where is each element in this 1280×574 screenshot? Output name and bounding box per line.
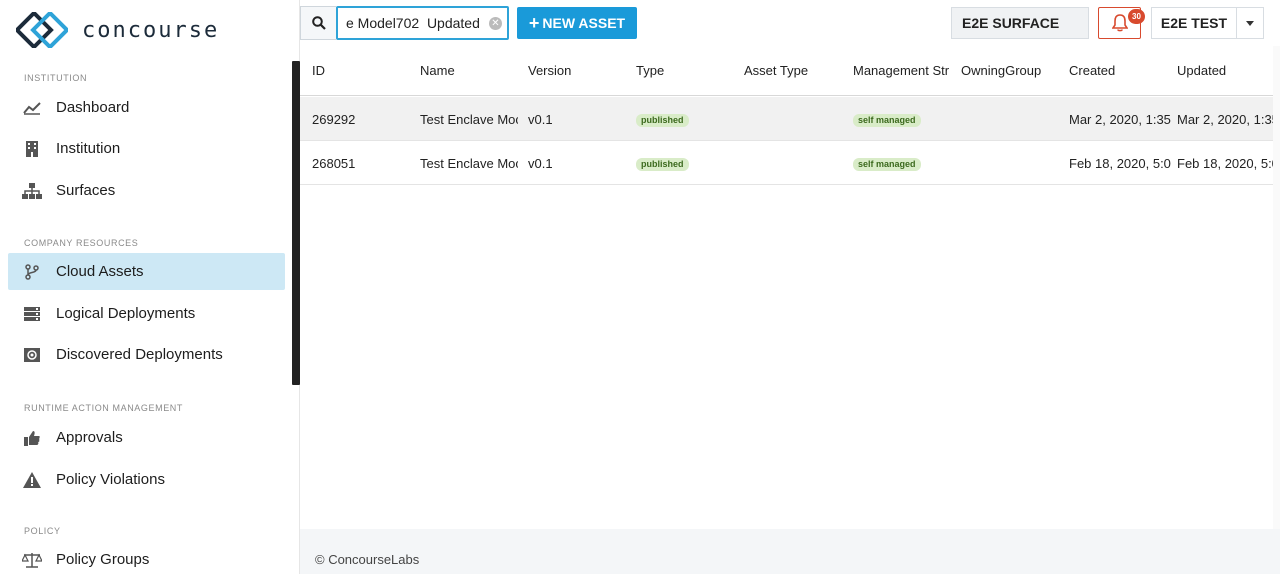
server-icon: [22, 304, 42, 324]
caret-down-icon: [1246, 20, 1254, 26]
building-icon: [22, 139, 42, 159]
cell-updated: Feb 18, 2020, 5:0: [1177, 156, 1273, 171]
chart-line-icon: [22, 98, 42, 118]
warning-icon: [22, 470, 42, 490]
new-asset-label: NEW ASSET: [542, 15, 626, 31]
sidebar: concourse INSTITUTION Dashboard Institut…: [0, 0, 300, 574]
concourse-logo-icon: [16, 12, 68, 48]
cell-version: v0.1: [528, 112, 553, 127]
table-header: ID Name Version Type Asset Type Manageme…: [300, 46, 1273, 96]
org-dropdown-toggle[interactable]: [1236, 7, 1264, 39]
plus-icon: +: [528, 13, 540, 33]
search-field: ✕: [336, 6, 509, 40]
brand-logo[interactable]: concourse: [16, 12, 219, 48]
sidebar-item-approvals[interactable]: Approvals: [8, 419, 285, 456]
cell-created: Mar 2, 2020, 1:35: [1069, 112, 1171, 127]
footer-copyright: © ConcourseLabs: [315, 552, 420, 567]
sidebar-item-cloud-assets[interactable]: Cloud Assets: [8, 253, 285, 290]
sidebar-item-label: Surfaces: [56, 182, 116, 199]
sidebar-item-label: Cloud Assets: [56, 263, 144, 280]
column-header-owning-group[interactable]: OwningGroup: [961, 63, 1041, 78]
type-badge: published: [636, 158, 689, 171]
column-header-created[interactable]: Created: [1069, 63, 1115, 78]
column-header-name[interactable]: Name: [420, 63, 455, 78]
top-bar: ✕ + NEW ASSET E2E SURFACE 30 E2E TEST: [300, 0, 1280, 46]
column-header-updated[interactable]: Updated: [1177, 63, 1226, 78]
section-label-institution: INSTITUTION: [24, 73, 88, 83]
brand-name: concourse: [82, 17, 220, 43]
sidebar-item-institution[interactable]: Institution: [8, 130, 285, 167]
cell-created: Feb 18, 2020, 5:0: [1069, 156, 1171, 171]
cell-updated: Mar 2, 2020, 1:35: [1177, 112, 1273, 127]
column-header-asset-type[interactable]: Asset Type: [744, 63, 808, 78]
app-root: concourse INSTITUTION Dashboard Institut…: [0, 0, 1280, 574]
cell-id: 268051: [312, 156, 356, 171]
management-badge: self managed: [853, 114, 921, 127]
table-row[interactable]: 269292 Test Enclave Moc v0.1 published s…: [300, 97, 1273, 141]
search-input[interactable]: [346, 15, 486, 31]
table-row[interactable]: 268051 Test Enclave Moc v0.1 published s…: [300, 141, 1273, 185]
search-icon: [311, 16, 326, 30]
sidebar-item-surfaces[interactable]: Surfaces: [8, 172, 285, 209]
sidebar-item-label: Approvals: [56, 429, 123, 446]
column-header-type[interactable]: Type: [636, 63, 664, 78]
sidebar-item-policy-groups[interactable]: Policy Groups: [8, 541, 285, 574]
section-label-company-resources: COMPANY RESOURCES: [24, 238, 139, 248]
sidebar-item-label: Policy Groups: [56, 551, 150, 568]
clear-search-icon[interactable]: ✕: [489, 16, 502, 30]
new-asset-button[interactable]: + NEW ASSET: [517, 7, 637, 39]
org-selector-button[interactable]: E2E TEST: [1151, 7, 1237, 39]
column-header-version[interactable]: Version: [528, 63, 571, 78]
scale-icon: [22, 550, 42, 570]
sitemap-icon: [22, 181, 42, 201]
assets-table: ID Name Version Type Asset Type Manageme…: [300, 46, 1280, 529]
type-badge: published: [636, 114, 689, 127]
sidebar-item-discovered-deployments[interactable]: Discovered Deployments: [8, 336, 285, 373]
sidebar-scrollbar[interactable]: [292, 61, 300, 385]
section-label-policy: POLICY: [24, 526, 61, 536]
cell-name: Test Enclave Moc: [420, 112, 518, 127]
sidebar-item-label: Discovered Deployments: [56, 346, 223, 363]
thumbs-up-icon: [22, 428, 42, 448]
column-header-management-strategy[interactable]: Management Str: [853, 63, 950, 78]
branch-icon: [22, 262, 42, 282]
search-button[interactable]: [300, 6, 336, 40]
cell-name: Test Enclave Moc: [420, 156, 518, 171]
bell-icon: [1111, 14, 1128, 32]
cell-version: v0.1: [528, 156, 553, 171]
sidebar-item-label: Policy Violations: [56, 471, 165, 488]
radar-icon: [22, 345, 42, 365]
column-header-id[interactable]: ID: [312, 63, 325, 78]
sidebar-item-label: Logical Deployments: [56, 305, 196, 322]
sidebar-item-logical-deployments[interactable]: Logical Deployments: [8, 295, 285, 332]
sidebar-item-label: Institution: [56, 140, 121, 157]
management-badge: self managed: [853, 158, 921, 171]
table-scrollbar[interactable]: [1273, 46, 1280, 529]
sidebar-item-policy-violations[interactable]: Policy Violations: [8, 461, 285, 498]
footer: © ConcourseLabs: [300, 529, 1280, 574]
section-label-runtime-action-management: RUNTIME ACTION MANAGEMENT: [24, 403, 184, 413]
sidebar-item-label: Dashboard: [56, 99, 130, 116]
cell-id: 269292: [312, 112, 356, 127]
sidebar-item-dashboard[interactable]: Dashboard: [8, 89, 285, 126]
notification-count-badge: 30: [1128, 9, 1145, 24]
surface-selector[interactable]: E2E SURFACE: [951, 7, 1089, 39]
